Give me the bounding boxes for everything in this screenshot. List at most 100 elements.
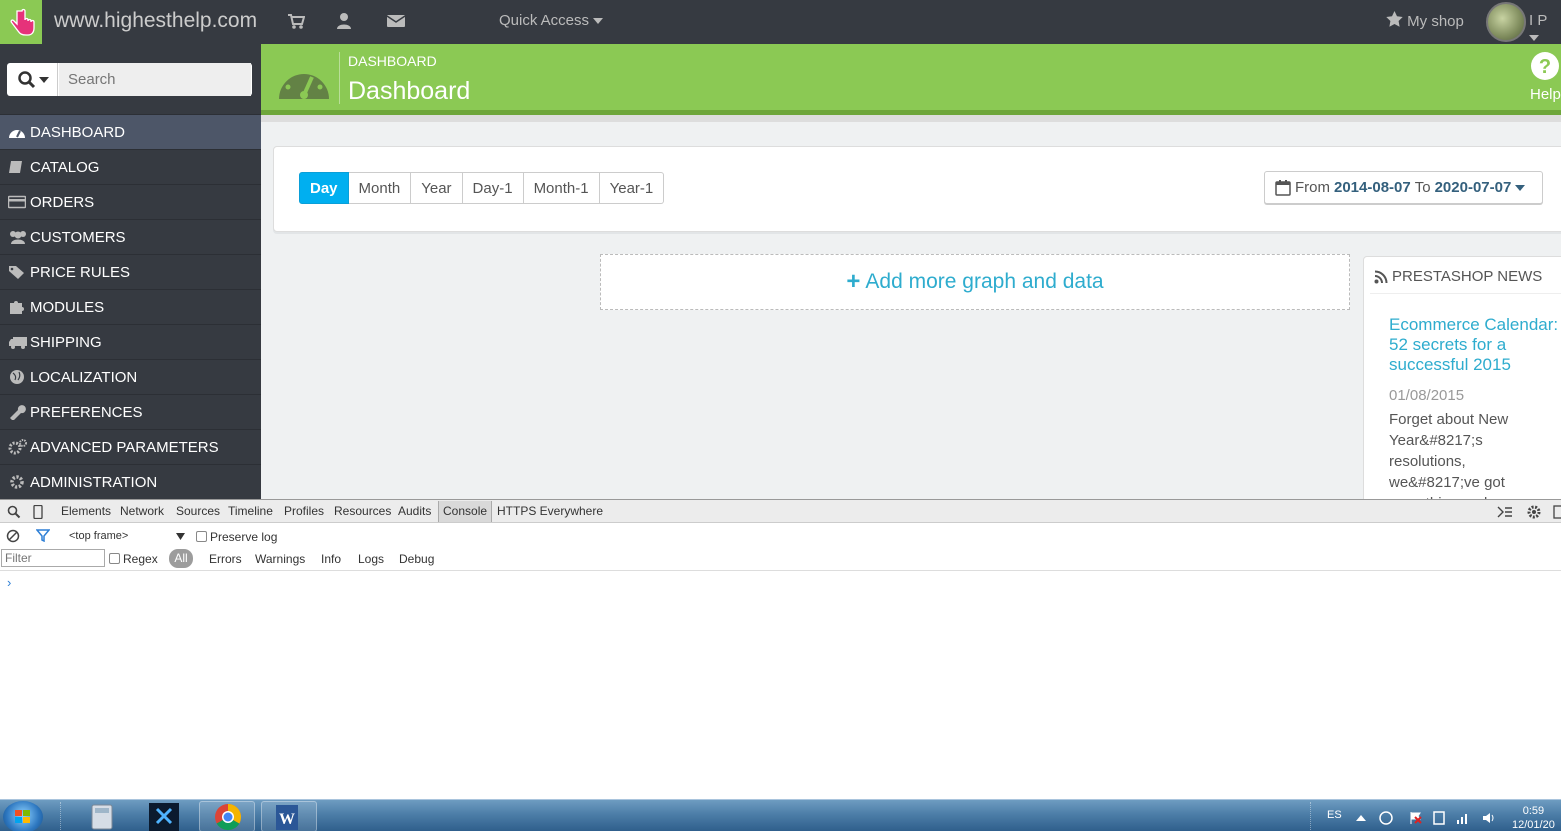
search-box bbox=[7, 63, 252, 96]
windows-taskbar: W ES 0:59 12/01/20 bbox=[0, 799, 1561, 831]
filter-icon[interactable] bbox=[36, 529, 50, 542]
sidebar-item-administration[interactable]: ADMINISTRATION bbox=[0, 464, 261, 499]
tab-https-everywhere[interactable]: HTTPS Everywhere bbox=[497, 504, 603, 518]
level-logs-button[interactable]: Logs bbox=[358, 552, 384, 566]
taskbar-game[interactable] bbox=[137, 801, 193, 831]
clock-time: 0:59 bbox=[1522, 805, 1545, 817]
level-info-button[interactable]: Info bbox=[321, 552, 341, 566]
sidebar-item-dashboard[interactable]: DASHBOARD bbox=[0, 114, 261, 149]
credit-card-icon bbox=[8, 195, 30, 209]
inspect-search-icon[interactable] bbox=[7, 505, 21, 519]
tab-sources[interactable]: Sources bbox=[176, 504, 220, 518]
logo[interactable] bbox=[0, 0, 42, 44]
header-divider bbox=[339, 52, 340, 104]
user-menu[interactable]: I P bbox=[1529, 12, 1561, 46]
breadcrumb[interactable]: DASHBOARD bbox=[348, 53, 437, 69]
frame-selector[interactable]: <top frame> bbox=[69, 530, 128, 542]
user-icon[interactable] bbox=[336, 11, 352, 31]
period-year-button[interactable]: Year bbox=[411, 172, 463, 204]
level-debug-button[interactable]: Debug bbox=[399, 552, 434, 566]
language-indicator[interactable]: ES bbox=[1327, 809, 1342, 821]
wrench-icon bbox=[8, 404, 30, 420]
tab-console[interactable]: Console bbox=[438, 501, 493, 522]
sidebar-item-customers[interactable]: CUSTOMERS bbox=[0, 219, 261, 254]
devtools-panel: Elements Network Sources Timeline Profil… bbox=[0, 499, 1561, 799]
caret-down-icon bbox=[593, 18, 604, 25]
search-type-button[interactable] bbox=[7, 63, 58, 96]
caret-down-icon bbox=[1515, 184, 1526, 191]
sidebar-item-catalog[interactable]: CATALOG bbox=[0, 149, 261, 184]
clear-console-icon[interactable] bbox=[6, 529, 20, 543]
word-icon: W bbox=[276, 805, 298, 830]
network-tray-icon[interactable] bbox=[1378, 811, 1394, 825]
taskbar-chrome[interactable] bbox=[199, 801, 255, 831]
console-prompt[interactable]: › bbox=[7, 575, 11, 590]
envelope-icon[interactable] bbox=[386, 11, 406, 31]
tab-resources[interactable]: Resources bbox=[334, 504, 391, 518]
sidebar-item-price-rules[interactable]: PRICE RULES bbox=[0, 254, 261, 289]
cogs-icon bbox=[8, 439, 30, 455]
divider bbox=[1370, 293, 1561, 294]
rss-icon bbox=[1374, 270, 1388, 283]
volume-icon[interactable] bbox=[1482, 811, 1496, 825]
period-day-button[interactable]: Day bbox=[299, 172, 349, 204]
sidebar-item-label: CATALOG bbox=[30, 158, 100, 176]
device-tray-icon[interactable] bbox=[1433, 811, 1445, 825]
quick-access-label: Quick Access bbox=[499, 12, 590, 29]
book-icon bbox=[8, 159, 30, 175]
taskbar-word[interactable]: W bbox=[261, 801, 317, 831]
tab-elements[interactable]: Elements bbox=[61, 504, 111, 518]
tab-audits[interactable]: Audits bbox=[398, 504, 431, 518]
tab-profiles[interactable]: Profiles bbox=[284, 504, 324, 518]
puzzle-icon bbox=[8, 299, 30, 315]
sidebar-item-modules[interactable]: MODULES bbox=[0, 289, 261, 324]
header-shadow bbox=[261, 115, 1561, 122]
tab-timeline[interactable]: Timeline bbox=[228, 504, 273, 518]
page-title: Dashboard bbox=[348, 77, 471, 105]
add-more-graph-button[interactable]: + Add more graph and data bbox=[600, 254, 1350, 310]
tray-expand-icon[interactable] bbox=[1356, 814, 1366, 822]
period-day-minus-1-button[interactable]: Day-1 bbox=[462, 172, 524, 204]
preserve-log-checkbox[interactable] bbox=[196, 531, 207, 542]
sidebar-item-advanced-parameters[interactable]: ADVANCED PARAMETERS bbox=[0, 429, 261, 464]
clock[interactable]: 0:59 12/01/20 bbox=[1512, 804, 1555, 831]
search-input[interactable] bbox=[59, 63, 251, 96]
clock-date: 12/01/20 bbox=[1512, 819, 1555, 831]
help-label[interactable]: Help bbox=[1530, 86, 1561, 103]
news-article-title[interactable]: Ecommerce Calendar: 52 secrets for a suc… bbox=[1389, 315, 1561, 375]
sidebar-item-preferences[interactable]: PREFERENCES bbox=[0, 394, 261, 429]
caret-down-icon[interactable] bbox=[176, 533, 185, 540]
from-date: 2014-08-07 bbox=[1334, 179, 1411, 196]
my-shop-link[interactable]: My shop bbox=[1386, 11, 1464, 30]
sidebar-item-label: MODULES bbox=[30, 298, 105, 316]
sidebar-item-orders[interactable]: ORDERS bbox=[0, 184, 261, 219]
period-month-button[interactable]: Month bbox=[348, 172, 412, 204]
date-range-picker[interactable]: From 2014-08-07 To 2020-07-07 bbox=[1264, 171, 1543, 204]
my-shop-label: My shop bbox=[1407, 13, 1464, 30]
level-all-button[interactable]: All bbox=[169, 549, 193, 568]
flag-tray-icon[interactable] bbox=[1409, 811, 1423, 825]
console-filter-input[interactable] bbox=[1, 549, 105, 567]
site-name-link[interactable]: www.highesthelp.com bbox=[54, 9, 257, 33]
taskbar-calculator[interactable] bbox=[74, 801, 130, 831]
regex-checkbox[interactable] bbox=[109, 553, 120, 564]
device-mode-icon[interactable] bbox=[33, 505, 43, 519]
level-errors-button[interactable]: Errors bbox=[209, 552, 242, 566]
period-month-minus-1-button[interactable]: Month-1 bbox=[523, 172, 600, 204]
sidebar-item-shipping[interactable]: SHIPPING bbox=[0, 324, 261, 359]
sidebar-item-localization[interactable]: LOCALIZATION bbox=[0, 359, 261, 394]
level-warnings-button[interactable]: Warnings bbox=[255, 552, 305, 566]
sidebar-item-label: ORDERS bbox=[30, 193, 95, 211]
help-button[interactable]: ? bbox=[1529, 51, 1561, 86]
globe-icon bbox=[8, 369, 30, 385]
drawer-toggle-icon[interactable] bbox=[1497, 506, 1513, 518]
dock-icon[interactable] bbox=[1553, 505, 1561, 519]
avatar[interactable] bbox=[1486, 2, 1526, 42]
signal-tray-icon[interactable] bbox=[1456, 812, 1470, 824]
tab-network[interactable]: Network bbox=[120, 504, 164, 518]
cart-icon[interactable] bbox=[287, 11, 305, 31]
start-button[interactable] bbox=[3, 801, 43, 831]
quick-access-dropdown[interactable]: Quick Access bbox=[499, 12, 604, 29]
period-year-minus-1-button[interactable]: Year-1 bbox=[599, 172, 665, 204]
gear-icon[interactable] bbox=[1526, 504, 1542, 520]
